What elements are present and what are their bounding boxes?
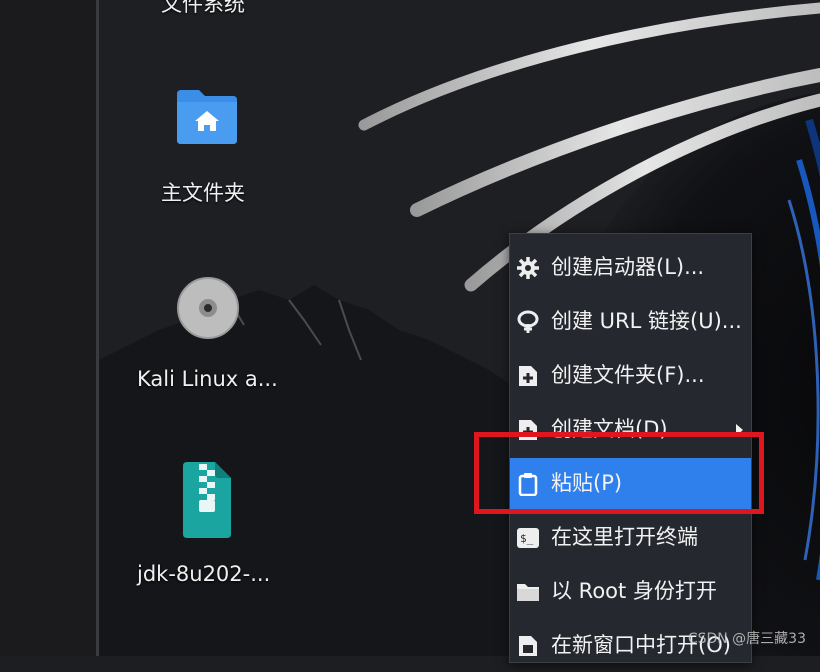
svg-text:$_: $_ bbox=[520, 532, 534, 545]
watermark: CSDN @唐三藏33 bbox=[687, 631, 806, 647]
archive-icon bbox=[183, 462, 231, 538]
menu-item-label: 创建启动器(L)... bbox=[551, 255, 705, 279]
menu-item-create-url-link[interactable]: 创建 URL 链接(U)... bbox=[510, 296, 751, 348]
home-folder-icon bbox=[177, 90, 237, 144]
menu-item-open-as-root[interactable]: 以 Root 身份打开 bbox=[510, 566, 751, 618]
terminal-icon: $_ bbox=[517, 528, 539, 548]
desktop-icon-label: 主文件夹 bbox=[161, 181, 245, 205]
new-window-icon bbox=[519, 636, 537, 656]
menu-item-open-terminal[interactable]: $_ 在这里打开终端 bbox=[510, 512, 751, 564]
folder-icon bbox=[517, 584, 539, 601]
link-icon bbox=[517, 310, 539, 333]
new-folder-icon bbox=[519, 366, 537, 386]
disc-icon bbox=[177, 277, 239, 339]
menu-item-create-launcher[interactable]: 创建启动器(L)... bbox=[510, 242, 751, 294]
menu-item-label: 创建 URL 链接(U)... bbox=[551, 309, 742, 333]
menu-item-label: 以 Root 身份打开 bbox=[551, 579, 717, 603]
menu-item-label: 创建文件夹(F)... bbox=[551, 363, 705, 387]
menu-item-label: 在这里打开终端 bbox=[551, 525, 698, 549]
desktop-icon-label: 文件系统 bbox=[161, 0, 245, 16]
desktop-icon-label: Kali Linux a... bbox=[137, 367, 278, 391]
left-panel bbox=[0, 0, 96, 656]
gear-icon bbox=[517, 257, 539, 279]
desktop-icon-label: jdk-8u202-... bbox=[137, 562, 271, 586]
menu-item-create-folder[interactable]: 创建文件夹(F)... bbox=[510, 350, 751, 402]
annotation-highlight-box bbox=[474, 432, 764, 514]
